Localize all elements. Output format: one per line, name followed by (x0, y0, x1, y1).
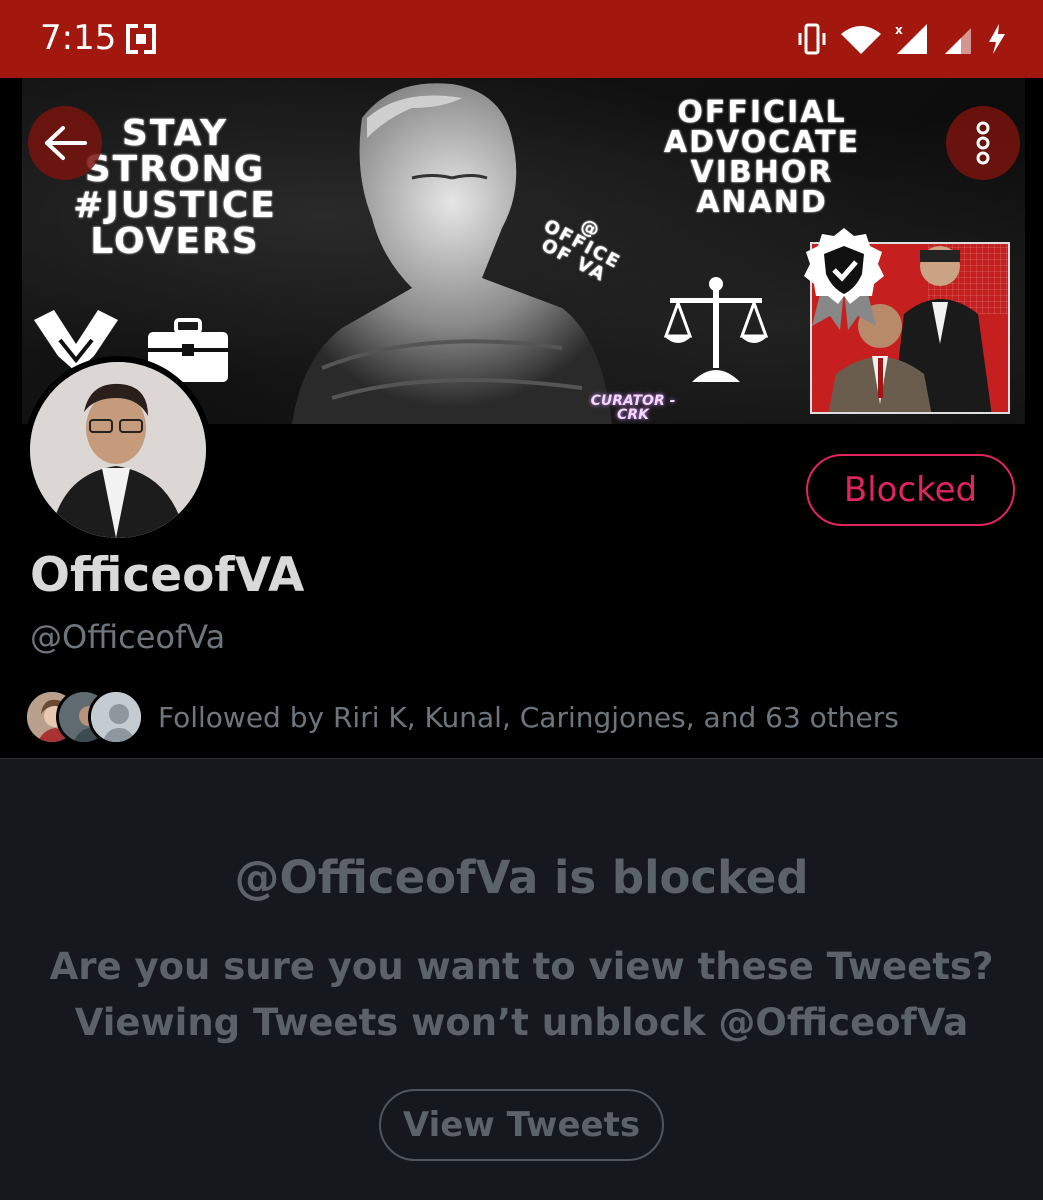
avatar-figure (30, 362, 206, 538)
banner-title-line: ADVOCATE (663, 125, 861, 160)
blocked-button[interactable]: Blocked (806, 454, 1015, 526)
wifi-icon (841, 26, 881, 54)
more-options-button[interactable] (946, 106, 1020, 180)
charging-icon (989, 24, 1005, 54)
arrow-left-icon (45, 126, 87, 160)
blocked-title: @OfficeofVa is blocked (234, 851, 809, 904)
signal-x-icon: x (895, 23, 927, 54)
blocked-description-line: Are you sure you want to view these Twee… (49, 945, 994, 988)
banner-curator: CURATOR - CRK (590, 393, 676, 423)
verified-seal-icon (804, 228, 884, 330)
app-icon (126, 24, 156, 54)
vibrate-icon (798, 23, 826, 55)
banner-title-line: ANAND (696, 185, 828, 220)
display-name: OfficeofVA (30, 548, 305, 603)
blocked-description-line: Viewing Tweets won’t unblock @OfficeofVa (74, 1001, 969, 1044)
banner-title-line: VIBHOR (690, 155, 834, 190)
blocked-description: Are you sure you want to view these Twee… (40, 939, 1003, 1051)
default-avatar-icon (91, 692, 141, 742)
followed-by-row[interactable]: Followed by Riri K, Kunal, Caringjones, … (24, 688, 899, 746)
scales-of-justice-icon (664, 277, 768, 382)
more-vertical-icon (976, 121, 990, 165)
follower-avatar (88, 689, 144, 745)
followed-by-text: Followed by Riri K, Kunal, Caringjones, … (158, 700, 899, 734)
status-icons: x (797, 22, 1007, 56)
banner-title-line: OFFICIAL (677, 95, 847, 130)
back-button[interactable] (28, 106, 102, 180)
status-time: 7:15 (40, 18, 117, 58)
banner-title: OFFICIAL ADVOCATE VIBHOR ANAND (632, 98, 892, 218)
user-handle: @OfficeofVa (30, 618, 226, 656)
svg-text:x: x (895, 23, 903, 37)
profile-banner: STAY STRONG #JUSTICE LOVERS @ OFFICE OF … (22, 78, 1025, 424)
blocked-notice-panel: @OfficeofVa is blocked Are you sure you … (0, 758, 1043, 1200)
status-bar: 7:15 x (0, 0, 1043, 78)
profile-avatar[interactable] (24, 356, 212, 544)
view-tweets-button[interactable]: View Tweets (379, 1089, 664, 1161)
avatar-photo (30, 362, 206, 538)
signal-icon (945, 28, 971, 54)
